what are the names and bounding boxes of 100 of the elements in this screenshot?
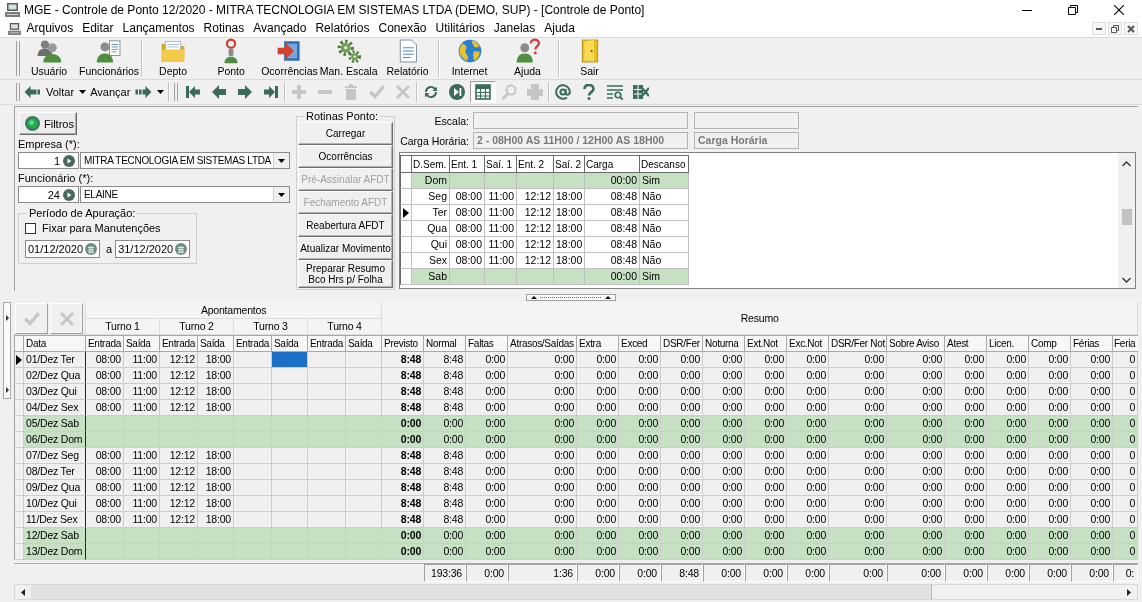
toolbar-button[interactable]: Internet bbox=[440, 38, 499, 79]
close-icon bbox=[1127, 24, 1135, 33]
code-field[interactable]: 24 bbox=[18, 186, 79, 203]
combo-box[interactable]: ELAINE bbox=[80, 186, 290, 203]
routine-button[interactable]: Reabertura AFDT bbox=[298, 214, 393, 237]
toolbar-button[interactable]: Relatório bbox=[378, 38, 437, 79]
collapse-strip[interactable] bbox=[3, 302, 11, 399]
play-circle-icon[interactable] bbox=[63, 154, 75, 167]
table-cell: 18:00 bbox=[198, 480, 234, 496]
focused-cell[interactable] bbox=[272, 352, 308, 368]
table-cell: 0:00 bbox=[887, 352, 946, 368]
table-cell: 0:00 bbox=[887, 528, 946, 544]
table-cell: 05/Dez Sab bbox=[24, 416, 86, 432]
table-cell: 0:00 bbox=[1071, 496, 1114, 512]
table-cell: 0:00 bbox=[508, 432, 578, 448]
close-icon[interactable] bbox=[1114, 5, 1124, 15]
forward-button[interactable]: Avançar bbox=[87, 81, 156, 103]
menu-item[interactable]: Relatórios bbox=[310, 20, 374, 37]
table-cell: 11:00 bbox=[124, 464, 160, 480]
restore-button[interactable] bbox=[1108, 22, 1122, 35]
folder-icon bbox=[160, 38, 187, 64]
table-cell: 0:00 bbox=[787, 352, 830, 368]
table-cell: 08/Dez Ter bbox=[24, 464, 86, 480]
table-cell: 0:00 bbox=[1029, 496, 1072, 512]
table-cell: 0 bbox=[1113, 480, 1139, 496]
date-field[interactable]: 31/12/2020 bbox=[115, 240, 191, 258]
scroll-left-icon[interactable] bbox=[21, 588, 25, 596]
table-cell: 0:00 bbox=[829, 480, 888, 496]
calendar-icon[interactable] bbox=[175, 243, 188, 255]
table-cell: 09/Dez Qua bbox=[24, 480, 86, 496]
code-field[interactable]: 1 bbox=[18, 152, 79, 169]
scrollbar-thumb[interactable] bbox=[31, 585, 932, 599]
play-circle-icon[interactable] bbox=[63, 188, 75, 201]
toolbar-button[interactable]: Ponto bbox=[202, 38, 261, 79]
routine-button[interactable]: Ocorrências bbox=[298, 145, 393, 168]
horizontal-scrollbar[interactable] bbox=[14, 584, 1138, 600]
table-cell: 0:00 bbox=[619, 368, 662, 384]
menu-item[interactable]: Avançado bbox=[248, 20, 311, 37]
table-cell: 03/Dez Qui bbox=[24, 384, 86, 400]
splitter-grip-icon[interactable] bbox=[526, 294, 616, 301]
dropdown-button[interactable] bbox=[273, 153, 289, 168]
workload-field[interactable]: 2 - 08H00 AS 11H00 / 12H00 AS 18H00 bbox=[473, 132, 688, 149]
date-field[interactable]: 01/12/2020 bbox=[25, 240, 100, 258]
minimize-icon[interactable] bbox=[1022, 9, 1032, 11]
menu-item[interactable]: Janelas bbox=[489, 20, 540, 37]
calendar-icon[interactable] bbox=[85, 243, 97, 255]
checkbox-label: Fixar para Manutenções bbox=[42, 222, 161, 234]
menu-item[interactable]: Editar bbox=[77, 20, 119, 37]
toolbar-button[interactable]: Usuário bbox=[20, 38, 78, 79]
menu-item[interactable]: Arquivos bbox=[22, 20, 78, 37]
menu-item[interactable]: Lançamentos bbox=[118, 20, 200, 37]
table-cell: 08:00 bbox=[450, 189, 485, 205]
table-cell: 0:00 bbox=[619, 464, 662, 480]
table-cell: 0:00 bbox=[829, 352, 888, 368]
menu-item[interactable]: Rotinas bbox=[199, 20, 249, 37]
dropdown-button[interactable] bbox=[273, 187, 289, 202]
calendar-button[interactable] bbox=[470, 81, 497, 103]
scale-field[interactable] bbox=[473, 112, 688, 129]
vertical-scrollbar[interactable] bbox=[1118, 153, 1135, 288]
table-cell: 0:00 bbox=[703, 416, 746, 432]
table-cell: 12:12 bbox=[517, 205, 554, 221]
toolbar-button[interactable]: Ajuda bbox=[498, 38, 557, 79]
toolbar-button[interactable]: Funcionários bbox=[78, 38, 141, 79]
scrollbar-thumb[interactable] bbox=[1121, 209, 1132, 225]
toolbar-button[interactable]: Depto bbox=[144, 38, 203, 79]
table-cell: 0:00 bbox=[1029, 448, 1072, 464]
close-button[interactable] bbox=[1124, 22, 1138, 35]
restore-icon[interactable] bbox=[1068, 5, 1078, 15]
combo-box[interactable]: MITRA TECNOLOGIA EM SISTEMAS LTDA bbox=[80, 152, 290, 169]
back-button[interactable]: Voltar bbox=[21, 81, 78, 103]
table-cell: 0:00 bbox=[887, 448, 946, 464]
toolbar-button[interactable]: Sair bbox=[560, 38, 619, 79]
routine-button[interactable]: Atualizar Movimento bbox=[298, 237, 393, 260]
scroll-down-icon[interactable] bbox=[1122, 277, 1131, 283]
table-cell: 0:00 bbox=[619, 544, 662, 560]
table-cell: 0:00 bbox=[887, 384, 946, 400]
scroll-right-icon[interactable] bbox=[1127, 588, 1131, 596]
scroll-up-icon[interactable] bbox=[1122, 161, 1131, 167]
checkbox[interactable] bbox=[25, 222, 36, 234]
table-cell: 8:48 bbox=[382, 496, 425, 512]
menu-item[interactable]: Ajuda bbox=[539, 20, 580, 37]
table-cell: 0:00 bbox=[424, 432, 467, 448]
table-cell: 0:00 bbox=[508, 448, 578, 464]
skip-to-end-icon bbox=[263, 84, 280, 100]
routine-button[interactable]: Carregar bbox=[298, 122, 393, 145]
table-cell: 0:00 bbox=[945, 416, 988, 432]
table-cell: Não bbox=[640, 189, 689, 205]
toolbar-button[interactable]: Ocorrências bbox=[260, 38, 319, 79]
table-cell: Sim bbox=[640, 173, 689, 189]
scale-description-field[interactable] bbox=[694, 112, 799, 129]
window-menu-icon[interactable] bbox=[8, 22, 21, 35]
routine-button[interactable]: Preparar Resumo Bco Hrs p/ Folha bbox=[298, 260, 393, 288]
table-cell: 0:00 bbox=[1029, 464, 1072, 480]
minimize-button[interactable] bbox=[1092, 22, 1106, 35]
menu-item[interactable]: Utilitários bbox=[431, 20, 490, 37]
filter-button[interactable]: Filtros bbox=[19, 112, 77, 135]
toolbar-button[interactable]: Man. Escala bbox=[318, 38, 379, 79]
menu-item[interactable]: Conexão bbox=[373, 20, 431, 37]
table-cell: 18:00 bbox=[198, 496, 234, 512]
workload-description-field[interactable]: Carga Horária bbox=[694, 132, 799, 149]
